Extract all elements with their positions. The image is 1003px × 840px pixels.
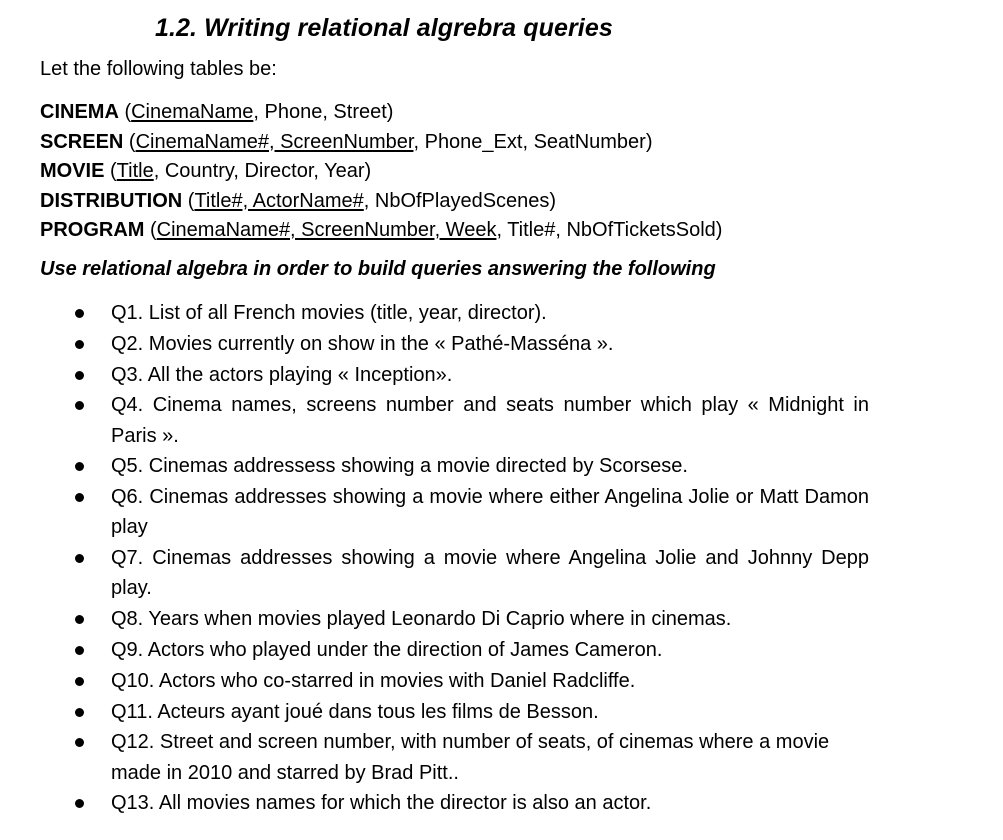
question-item: Q5. Cinemas addressess showing a movie d… bbox=[0, 451, 869, 481]
question-item: Q2. Movies currently on show in the « Pa… bbox=[0, 329, 869, 359]
question-text: Q8. Years when movies played Leonardo Di… bbox=[111, 608, 732, 631]
bullet-icon bbox=[75, 799, 84, 809]
schema-attributes: , Phone, Street) bbox=[253, 101, 394, 123]
bullet-icon bbox=[75, 738, 84, 748]
schema-paren: ( bbox=[144, 219, 157, 241]
question-list: Q1. List of all French movies (title, ye… bbox=[0, 298, 1003, 819]
question-item: Q1. List of all French movies (title, ye… bbox=[0, 298, 869, 328]
question-text: Q11. Acteurs ayant joué dans tous les fi… bbox=[111, 700, 599, 723]
question-item: Q12. Street and screen number, with numb… bbox=[0, 727, 869, 787]
question-text: Q4. Cinema names, screens number and sea… bbox=[111, 394, 869, 447]
schema-row-screen: SCREEN (CinemaName#, ScreenNumber, Phone… bbox=[40, 128, 940, 158]
question-item: Q8. Years when movies played Leonardo Di… bbox=[0, 604, 869, 634]
bullet-icon bbox=[75, 309, 84, 318]
schema-row-movie: MOVIE (Title, Country, Director, Year) bbox=[40, 157, 940, 187]
bullet-icon bbox=[75, 370, 84, 380]
table-name: SCREEN bbox=[40, 130, 124, 153]
schema-paren: ( bbox=[182, 189, 195, 212]
question-item: Q11. Acteurs ayant joué dans tous les fi… bbox=[0, 697, 869, 727]
document-page: 1.2. Writing relational algrebra queries… bbox=[0, 0, 1003, 840]
section-title: 1.2. Writing relational algrebra queries bbox=[155, 14, 613, 42]
schema-attributes: , Title#, NbOfTicketsSold) bbox=[496, 219, 723, 241]
primary-key: Title bbox=[116, 160, 154, 182]
bullet-icon bbox=[75, 462, 84, 472]
question-text: Q12. Street and screen number, with numb… bbox=[111, 731, 830, 784]
question-text: Q5. Cinemas addressess showing a movie d… bbox=[111, 455, 688, 478]
question-item: Q9. Actors who played under the directio… bbox=[0, 635, 869, 665]
bullet-icon bbox=[75, 707, 84, 717]
bullet-icon bbox=[75, 676, 84, 686]
question-text: Q2. Movies currently on show in the « Pa… bbox=[111, 332, 614, 355]
schema-attributes: , Country, Director, Year) bbox=[153, 160, 372, 182]
schema-row-cinema: CINEMA (CinemaName, Phone, Street) bbox=[40, 98, 940, 128]
primary-key: CinemaName#, ScreenNumber, Week bbox=[156, 219, 497, 241]
schema-attributes: , Phone_Ext, SeatNumber) bbox=[413, 130, 653, 153]
question-item: Q3. All the actors playing « Inception». bbox=[0, 360, 869, 390]
question-text: Q9. Actors who played under the directio… bbox=[111, 638, 663, 661]
schema-paren: ( bbox=[118, 101, 132, 123]
primary-key: CinemaName bbox=[131, 101, 254, 123]
intro-text: Let the following tables be: bbox=[40, 58, 277, 80]
table-name: PROGRAM bbox=[40, 219, 145, 241]
question-item: Q6. Cinemas addresses showing a movie wh… bbox=[0, 482, 869, 542]
question-text: Q13. All movies names for which the dire… bbox=[111, 792, 652, 815]
question-text: Q7. Cinemas addresses showing a movie wh… bbox=[111, 547, 869, 600]
question-text: Q10. Actors who co-starred in movies wit… bbox=[111, 669, 636, 692]
bullet-icon bbox=[75, 554, 84, 564]
question-text: Q6. Cinemas addresses showing a movie wh… bbox=[111, 486, 869, 539]
instruction-text: Use relational algebra in order to build… bbox=[40, 258, 716, 280]
table-name: DISTRIBUTION bbox=[40, 189, 183, 212]
question-item: Q7. Cinemas addresses showing a movie wh… bbox=[0, 543, 869, 603]
bullet-icon bbox=[75, 645, 84, 655]
primary-key: CinemaName#, ScreenNumber bbox=[135, 130, 414, 153]
schema-list: CINEMA (CinemaName, Phone, Street) SCREE… bbox=[40, 98, 940, 246]
schema-row-program: PROGRAM (CinemaName#, ScreenNumber, Week… bbox=[40, 216, 940, 246]
primary-key: Title#, ActorName# bbox=[194, 189, 364, 212]
schema-paren: ( bbox=[104, 160, 117, 182]
table-name: MOVIE bbox=[40, 160, 105, 182]
schema-row-distribution: DISTRIBUTION (Title#, ActorName#, NbOfPl… bbox=[40, 187, 940, 217]
question-text: Q1. List of all French movies (title, ye… bbox=[111, 302, 547, 324]
bullet-icon bbox=[75, 401, 84, 411]
question-item: Q4. Cinema names, screens number and sea… bbox=[0, 390, 869, 450]
schema-attributes: , NbOfPlayedScenes) bbox=[363, 189, 557, 212]
question-item: Q10. Actors who co-starred in movies wit… bbox=[0, 666, 869, 696]
bullet-icon bbox=[75, 615, 84, 625]
schema-paren: ( bbox=[123, 130, 136, 153]
question-item: Q13. All movies names for which the dire… bbox=[0, 788, 869, 818]
bullet-icon bbox=[75, 339, 84, 349]
bullet-icon bbox=[75, 493, 84, 503]
question-text: Q3. All the actors playing « Inception». bbox=[111, 363, 453, 386]
table-name: CINEMA bbox=[40, 101, 119, 123]
